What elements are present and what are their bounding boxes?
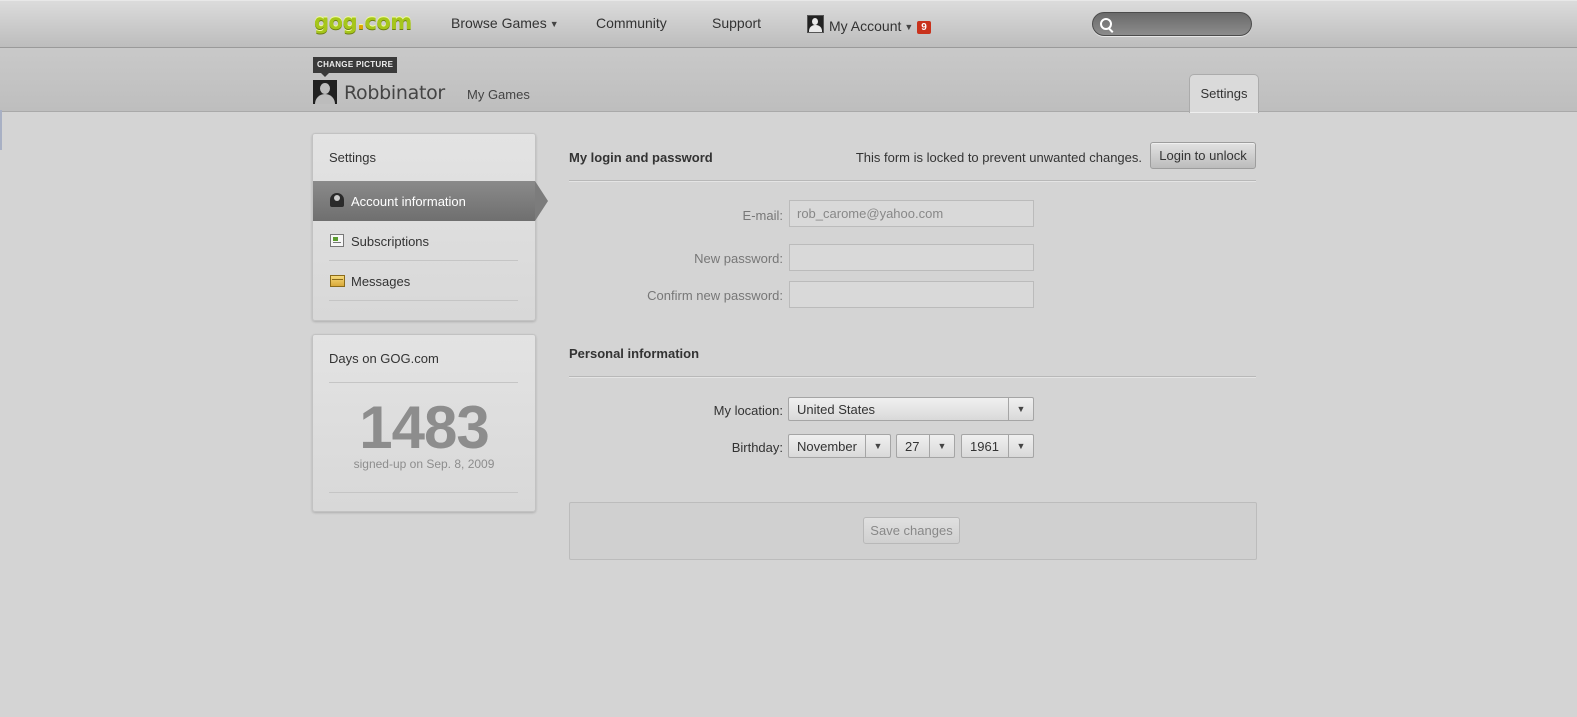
login-section-title: My login and password: [569, 150, 713, 165]
signup-date: signed-up on Sep. 8, 2009: [353, 457, 495, 471]
notification-badge[interactable]: 9: [917, 21, 931, 34]
location-label: My location:: [713, 403, 783, 418]
nav-browse-games-label: Browse Games: [451, 15, 547, 31]
divider: [569, 180, 1256, 181]
location-value: United States: [797, 402, 876, 417]
chevron-down-icon: ▼: [1008, 398, 1033, 420]
nav-support[interactable]: Support: [712, 15, 761, 31]
login-to-unlock-button[interactable]: Login to unlock: [1150, 142, 1256, 169]
email-label: E-mail:: [742, 208, 783, 223]
days-count: 1483: [359, 394, 489, 461]
new-password-field[interactable]: [789, 244, 1034, 271]
account-avatar-icon: [807, 15, 824, 33]
days-on-gog-panel: Days on GOG.com 1483 signed-up on Sep. 8…: [312, 334, 536, 512]
birthday-year-select[interactable]: 1961 ▼: [961, 434, 1034, 458]
user-icon: [330, 193, 344, 207]
birthday-month-value: November: [797, 439, 857, 454]
sidebar-item-label: Subscriptions: [351, 234, 430, 249]
sidebar-item-label: Account information: [351, 194, 466, 209]
logo-tld-text: com: [364, 10, 412, 34]
logo-main-text: gog: [314, 10, 358, 34]
top-navigation-bar: gog.com Browse Games ▼ Community Support …: [0, 0, 1577, 48]
search-input[interactable]: [1117, 15, 1243, 33]
nav-community[interactable]: Community: [596, 15, 667, 31]
chevron-down-icon: ▼: [865, 435, 890, 457]
change-picture-tooltip[interactable]: CHANGE PICTURE: [313, 57, 398, 77]
birthday-day-select[interactable]: 27 ▼: [896, 434, 955, 458]
nav-my-account-label: My Account: [829, 18, 902, 34]
search-box[interactable]: [1092, 12, 1252, 36]
chevron-down-icon: ▼: [549, 19, 559, 29]
save-changes-container: Save changes: [569, 502, 1257, 560]
username: Robbinator: [344, 82, 445, 104]
sidebar-item-account-information[interactable]: Account information: [313, 181, 548, 221]
profile-bar: [0, 48, 1577, 112]
gog-logo[interactable]: gog.com: [314, 10, 412, 36]
divider: [329, 382, 518, 383]
sidebar-item-subscriptions[interactable]: Subscriptions: [313, 221, 535, 261]
location-select[interactable]: United States ▼: [788, 397, 1034, 421]
confirm-password-label: Confirm new password:: [647, 288, 783, 303]
settings-panel-title: Settings: [329, 150, 376, 165]
settings-menu-panel: Settings Account information Subscriptio…: [312, 133, 548, 321]
divider: [569, 376, 1256, 377]
birthday-day-value: 27: [905, 439, 920, 454]
divider: [329, 300, 518, 301]
nav-browse-games[interactable]: Browse Games ▼: [451, 15, 559, 31]
tab-settings[interactable]: Settings: [1189, 74, 1259, 113]
chevron-down-icon: ▼: [904, 22, 914, 32]
sidebar-item-label: Messages: [351, 274, 411, 289]
chevron-down-icon: ▼: [929, 435, 954, 457]
email-field[interactable]: [789, 200, 1034, 227]
birthday-month-select[interactable]: November ▼: [788, 434, 891, 458]
messages-icon: [330, 275, 345, 287]
birthday-label: Birthday:: [731, 440, 783, 455]
new-password-label: New password:: [694, 251, 783, 266]
days-panel-title: Days on GOG.com: [329, 351, 439, 366]
chevron-down-icon: ▼: [1008, 435, 1033, 457]
sidebar-item-messages[interactable]: Messages: [313, 261, 535, 301]
birthday-year-value: 1961: [970, 439, 999, 454]
nav-my-account[interactable]: My Account ▼ 9: [807, 15, 931, 34]
search-icon[interactable]: [1100, 18, 1112, 30]
save-changes-button[interactable]: Save changes: [863, 517, 960, 544]
profile-avatar[interactable]: [313, 80, 337, 104]
subscriptions-icon: [330, 234, 344, 247]
personal-section-title: Personal information: [569, 346, 700, 361]
form-locked-message: This form is locked to prevent unwanted …: [855, 150, 1142, 165]
window-edge: [0, 110, 2, 150]
tab-my-games[interactable]: My Games: [467, 87, 530, 102]
confirm-password-field[interactable]: [789, 281, 1034, 308]
divider: [329, 492, 518, 493]
